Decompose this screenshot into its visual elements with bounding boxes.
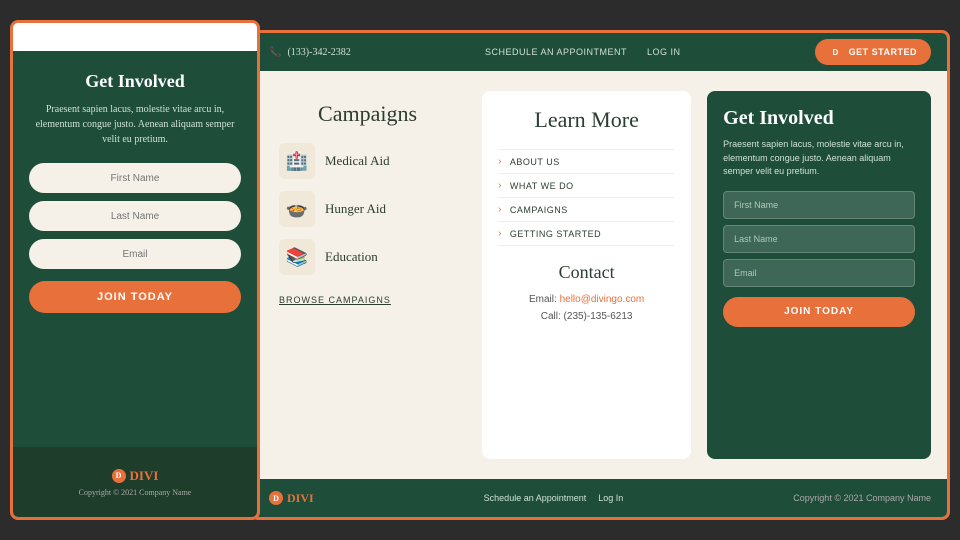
learn-link-getting-started[interactable]: › GETTING STARTED [498, 221, 675, 246]
footer-logo: D DIVI [269, 491, 314, 506]
mobile-footer: D DIVI Copyright © 2021 Company Name [13, 447, 257, 517]
education-icon: 📚 [279, 239, 315, 275]
chevron-icon: › [498, 204, 502, 215]
chevron-icon: › [498, 228, 502, 239]
hunger-aid-icon: 🍲 [279, 191, 315, 227]
header-get-started-button[interactable]: D GET STARTED [815, 39, 931, 65]
get-involved-column: Get Involved Praesent sapien lacus, mole… [707, 91, 931, 459]
medical-aid-label: Medical Aid [325, 153, 390, 169]
medical-aid-icon: 🏥 [279, 143, 315, 179]
gi-join-button[interactable]: JOIN TODAY [723, 297, 915, 327]
desktop-footer: D DIVI Schedule an Appointment Log In Co… [253, 479, 947, 517]
campaigns-title: Campaigns [279, 101, 456, 127]
contact-email-link[interactable]: hello@divingo.com [560, 294, 645, 305]
mobile-email-input[interactable] [29, 239, 241, 269]
learn-link-campaigns[interactable]: › CAMPAIGNS [498, 197, 675, 221]
desktop-preview: 📞 (133)-342-2382 SCHEDULE AN APPOINTMENT… [250, 30, 950, 520]
learn-link-about[interactable]: › ABOUT US [498, 149, 675, 173]
contact-call: Call: (235)-135-6213 [498, 308, 675, 325]
get-involved-title: Get Involved [723, 107, 915, 130]
footer-login-link[interactable]: Log In [598, 493, 623, 503]
campaigns-column: Campaigns 🏥 Medical Aid 🍲 Hunger Aid 📚 E… [269, 91, 466, 459]
browse-campaigns-link[interactable]: BROWSE CAMPAIGNS [279, 295, 391, 305]
hunger-aid-label: Hunger Aid [325, 201, 386, 217]
footer-schedule-link[interactable]: Schedule an Appointment [484, 493, 587, 503]
learn-links-list: › ABOUT US › WHAT WE DO › CAMPAIGNS › GE… [498, 149, 675, 246]
header-phone: 📞 (133)-342-2382 [269, 47, 351, 58]
chevron-icon: › [498, 180, 502, 191]
mobile-top-bar [13, 23, 257, 51]
phone-icon: 📞 [269, 47, 281, 58]
footer-logo-icon: D [269, 491, 283, 505]
header-login-link[interactable]: LOG IN [647, 47, 681, 57]
gi-email-input[interactable] [723, 259, 915, 287]
contact-section: Contact Email: hello@divingo.com Call: (… [498, 262, 675, 325]
campaign-hunger-aid: 🍲 Hunger Aid [279, 191, 456, 227]
mobile-preview: Get Involved Praesent sapien lacus, mole… [10, 20, 260, 520]
mobile-first-name-input[interactable] [29, 163, 241, 193]
mobile-get-involved-title: Get Involved [85, 71, 185, 92]
footer-copyright: Copyright © 2021 Company Name [793, 493, 931, 503]
mobile-join-button[interactable]: JOIN TODAY [29, 281, 241, 313]
chevron-icon: › [498, 156, 502, 167]
learn-more-title: Learn More [498, 107, 675, 133]
contact-title: Contact [498, 262, 675, 283]
footer-nav: Schedule an Appointment Log In [314, 493, 794, 503]
education-label: Education [325, 249, 378, 265]
header-nav: SCHEDULE AN APPOINTMENT LOG IN [351, 47, 815, 57]
header-logo-icon: D [829, 45, 843, 59]
gi-last-name-input[interactable] [723, 225, 915, 253]
mobile-content: Get Involved Praesent sapien lacus, mole… [13, 51, 257, 447]
campaign-medical-aid: 🏥 Medical Aid [279, 143, 456, 179]
desktop-header: 📞 (133)-342-2382 SCHEDULE AN APPOINTMENT… [253, 33, 947, 71]
desktop-body: Campaigns 🏥 Medical Aid 🍲 Hunger Aid 📚 E… [253, 71, 947, 479]
learn-more-column: Learn More › ABOUT US › WHAT WE DO › CAM… [482, 91, 691, 459]
mobile-footer-logo: D DIVI [112, 468, 159, 484]
campaign-education: 📚 Education [279, 239, 456, 275]
divi-logo-icon: D [112, 469, 126, 483]
mobile-footer-copy: Copyright © 2021 Company Name [79, 488, 192, 497]
get-involved-description: Praesent sapien lacus, molestie vitae ar… [723, 138, 915, 179]
gi-first-name-input[interactable] [723, 191, 915, 219]
learn-link-whatwedo[interactable]: › WHAT WE DO [498, 173, 675, 197]
header-schedule-link[interactable]: SCHEDULE AN APPOINTMENT [485, 47, 627, 57]
mobile-description: Praesent sapien lacus, molestie vitae ar… [29, 102, 241, 147]
contact-email: Email: hello@divingo.com [498, 291, 675, 308]
mobile-last-name-input[interactable] [29, 201, 241, 231]
